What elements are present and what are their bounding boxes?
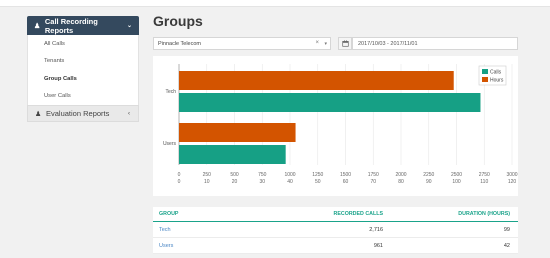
duration-hours-cell: 42 [503,242,510,249]
bar-calls-tech[interactable] [179,93,481,112]
calls-tick-label: 0 [178,172,181,178]
date-range-value: 2017/10/03 - 2017/11/01 [358,40,418,47]
sidebar-section-label: Call Recording Reports [44,16,98,35]
groups-table: GROUP RECORDED CALLS DURATION (HOURS) Te… [153,207,518,254]
recorded-calls-cell: 961 [373,242,383,249]
calls-tick-label: 1250 [312,172,323,178]
calls-tick-label: 250 [203,172,212,178]
legend-swatch-hours [482,77,488,82]
group-link[interactable]: Tech [153,227,273,233]
clear-icon[interactable]: × [315,40,319,46]
hours-tick-label: 60 [343,179,349,185]
table-row: Tech 2,716 99 [153,222,518,238]
calls-tick-label: 2750 [479,172,490,178]
sidebar-submenu: All Calls Tenants Group Calls User Calls [27,35,139,105]
header-duration-hours[interactable]: DURATION (HOURS) [383,211,518,217]
bar-calls-users[interactable] [179,145,286,164]
legend-label-hours[interactable]: Hours [490,78,504,84]
calls-tick-label: 2250 [423,172,434,178]
tenant-select[interactable]: Pinnacle Telecom × ▾ [153,37,331,50]
hours-tick-label: 0 [178,179,181,185]
calls-tick-label: 750 [258,172,267,178]
bar-hours-tech[interactable] [179,71,454,90]
tenant-select-value: Pinnacle Telecom [158,40,202,47]
legend-label-calls[interactable]: Calls [490,70,502,76]
user-icon: ♟ [35,110,42,118]
chart-svg: 00 25010 50020 75030 100040 125050 150060 17507… [163,64,518,185]
header-recorded-calls[interactable]: RECORDED CALLS [273,211,383,217]
chevron-left-icon: ‹ [128,110,130,117]
hours-tick-label: 80 [398,179,404,185]
hours-tick-label: 20 [232,179,238,185]
user-icon: ♟ [34,22,41,30]
sidebar-section-call-recording-reports[interactable]: ♟ Call Recording Reports ⌄ [27,16,139,35]
sidebar-item-tenants[interactable]: Tenants [28,53,138,71]
hours-tick-label: 70 [370,179,376,185]
duration-hours-cell: 99 [503,226,510,233]
caret-down-icon[interactable]: ▾ [324,41,327,47]
bar-hours-users[interactable] [179,123,296,142]
hours-tick-label: 100 [452,179,461,185]
table-header: GROUP RECORDED CALLS DURATION (HOURS) [153,207,518,222]
top-bar [0,0,550,7]
hours-tick-label: 110 [480,179,488,185]
legend-swatch-calls [482,69,488,74]
groups-bar-chart: 0 0 250 10 500 20 750 30 1000 40 1250 50 1500 60 1750 7… [153,56,518,196]
sidebar: ♟ Call Recording Reports ⌄ All Calls Ten… [27,16,139,122]
chevron-down-icon: ⌄ [126,23,132,29]
calls-tick-label: 500 [230,172,239,178]
sidebar-section-label: Evaluation Reports [46,109,110,118]
hours-tick-label: 50 [315,179,321,185]
hours-tick-label: 90 [426,179,432,185]
sidebar-item-label: Group Calls [44,75,77,82]
sidebar-item-all-calls[interactable]: All Calls [28,35,138,53]
group-link[interactable]: Users [153,243,273,249]
recorded-calls-cell: 2,716 [369,226,383,233]
sidebar-item-group-calls[interactable]: Group Calls [28,70,138,88]
calls-tick-label: 1750 [368,172,379,178]
hours-tick-label: 120 [508,179,517,185]
category-label: Users [163,141,177,147]
calls-tick-label: 2000 [395,172,406,178]
sidebar-item-label: User Calls [44,93,71,100]
calls-tick-label: 1000 [284,172,295,178]
calls-tick-label: 1500 [340,172,351,178]
calls-tick-label: 2500 [451,172,462,178]
header-group[interactable]: GROUP [153,211,273,217]
page-title: Groups [153,13,203,29]
sidebar-item-user-calls[interactable]: User Calls [28,88,138,106]
calls-tick-label: 3000 [506,172,517,178]
calendar-button[interactable] [338,37,352,50]
hours-tick-label: 40 [287,179,293,185]
date-range-input[interactable]: 2017/10/03 - 2017/11/01 [352,37,518,50]
sidebar-item-label: Tenants [44,58,65,65]
hours-tick-label: 30 [259,179,265,185]
sidebar-item-label: All Calls [44,40,65,47]
hours-tick-label: 10 [204,179,210,185]
table-row: Users 961 42 [153,238,518,254]
calendar-icon [341,40,349,47]
sidebar-section-evaluation-reports[interactable]: ♟ Evaluation Reports ‹ [27,105,139,122]
category-label: Tech [165,89,176,95]
